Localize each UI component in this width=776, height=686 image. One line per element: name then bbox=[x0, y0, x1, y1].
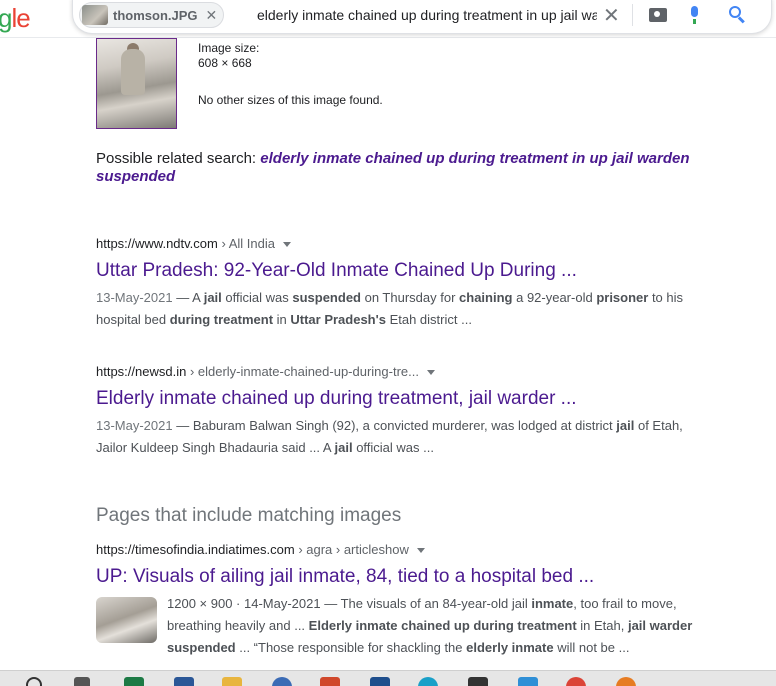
result-thumbnail[interactable] bbox=[96, 597, 157, 643]
file-explorer-icon[interactable] bbox=[222, 677, 242, 686]
task-view-icon[interactable] bbox=[74, 677, 90, 686]
result-title-link[interactable]: UP: Visuals of ailing jail inmate, 84, t… bbox=[96, 566, 594, 588]
image-size-label: Image size: bbox=[198, 41, 260, 55]
result-snippet: 1200 × 900 · 14-May-2021 — The visuals o… bbox=[167, 596, 693, 655]
result-url[interactable]: https://www.ndtv.com › All India bbox=[96, 236, 291, 251]
excel-icon[interactable] bbox=[124, 677, 144, 686]
word-icon[interactable] bbox=[174, 677, 194, 686]
media-icon[interactable] bbox=[518, 677, 538, 686]
chip-close-icon[interactable]: ✕ bbox=[206, 7, 218, 24]
camera-icon[interactable] bbox=[649, 8, 667, 22]
related-search-prefix: Possible related search: bbox=[96, 150, 261, 167]
google-logo[interactable]: gle bbox=[0, 3, 31, 34]
microphone-icon[interactable] bbox=[689, 4, 699, 26]
edge-icon[interactable] bbox=[418, 677, 438, 686]
chrome-icon[interactable] bbox=[566, 677, 586, 686]
search-bar[interactable]: thomson.JPG ✕ elderly inmate chained up … bbox=[72, 0, 772, 34]
matching-pages-heading: Pages that include matching images bbox=[96, 505, 402, 526]
chrome-canary-icon[interactable] bbox=[616, 677, 636, 686]
search-divider bbox=[632, 4, 633, 26]
search-icon[interactable] bbox=[729, 6, 747, 24]
result-url[interactable]: https://newsd.in › elderly-inmate-chaine… bbox=[96, 364, 435, 379]
clear-search-icon[interactable]: ✕ bbox=[603, 3, 620, 28]
search-header: gle thomson.JPG ✕ elderly inmate chained… bbox=[0, 0, 776, 38]
result-title-link[interactable]: Elderly inmate chained up during treatme… bbox=[96, 388, 577, 410]
related-search: Possible related search: elderly inmate … bbox=[96, 150, 756, 186]
os-taskbar bbox=[0, 670, 776, 686]
windows-search-icon[interactable] bbox=[26, 677, 42, 686]
powerpoint-icon[interactable] bbox=[320, 677, 340, 686]
caret-down-icon[interactable] bbox=[416, 548, 425, 554]
result-title-link[interactable]: Uttar Pradesh: 92-Year-Old Inmate Chaine… bbox=[96, 260, 577, 282]
query-image-thumbnail bbox=[82, 5, 108, 25]
result-url[interactable]: https://timesofindia.indiatimes.com › ag… bbox=[96, 542, 425, 557]
image-size-value: 608 × 668 bbox=[198, 56, 252, 70]
vpn-icon[interactable] bbox=[370, 677, 390, 686]
search-input[interactable]: elderly inmate chained up during treatme… bbox=[257, 7, 597, 23]
chip-filename: thomson.JPG bbox=[113, 7, 198, 23]
store-icon[interactable] bbox=[468, 677, 488, 686]
query-image-preview[interactable] bbox=[96, 38, 177, 129]
caret-down-icon[interactable] bbox=[282, 242, 291, 248]
browser-icon[interactable] bbox=[272, 677, 292, 686]
no-other-sizes-text: No other sizes of this image found. bbox=[198, 93, 383, 107]
caret-down-icon[interactable] bbox=[426, 370, 435, 376]
result-snippet: 13-May-2021 — A jail official was suspen… bbox=[96, 290, 684, 327]
result-snippet: 13-May-2021 — Baburam Balwan Singh (92),… bbox=[96, 418, 683, 455]
image-query-chip[interactable]: thomson.JPG ✕ bbox=[79, 2, 225, 28]
